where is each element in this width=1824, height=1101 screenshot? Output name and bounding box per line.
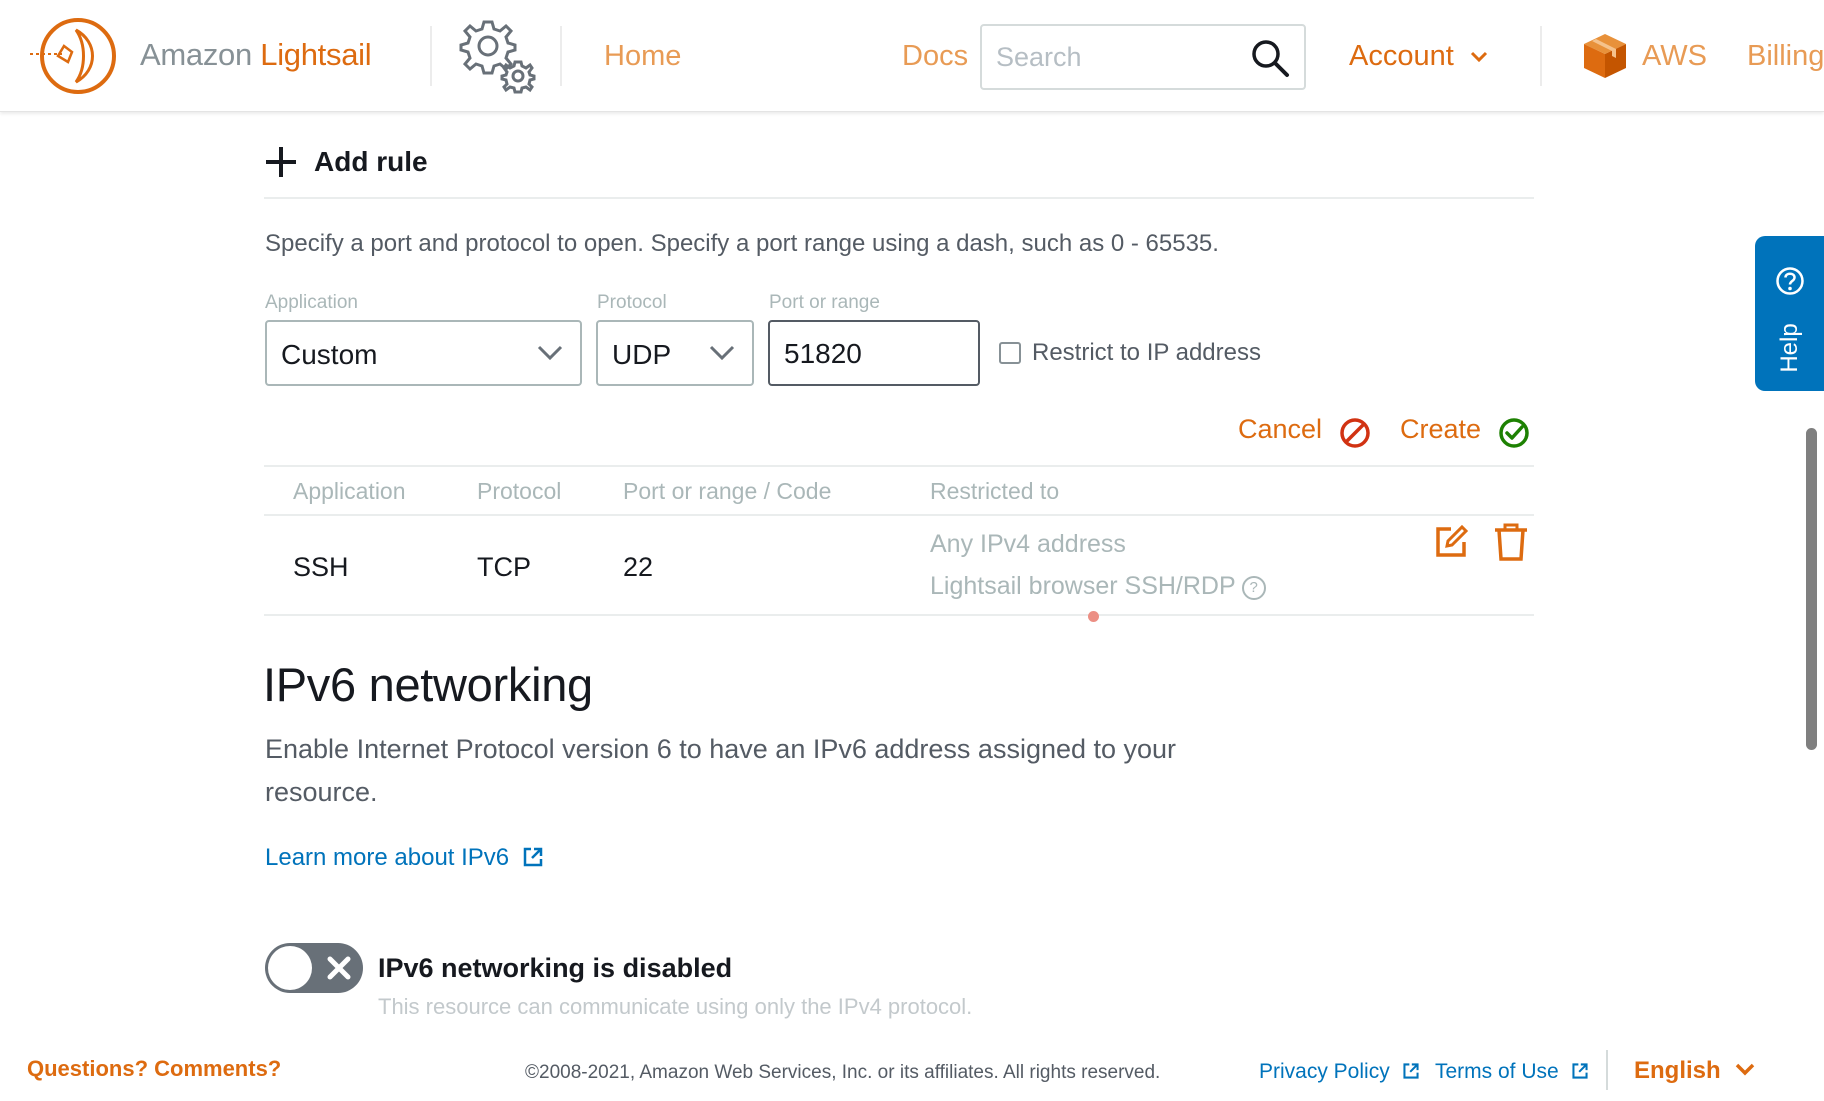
external-link-icon [1402,1063,1419,1079]
nav-divider [1540,26,1542,86]
rule-protocol: TCP [477,552,531,582]
external-link-icon [1571,1063,1588,1079]
column-header-application: Application [293,478,406,504]
learn-more-ipv6-link[interactable]: Learn more about IPv6 [265,844,544,872]
privacy-policy-label: Privacy Policy [1259,1060,1390,1083]
divider [264,614,1534,616]
port-range-label: Port or range [769,292,880,313]
brand-title[interactable]: Amazon Lightsail [140,37,372,73]
column-header-restricted: Restricted to [930,478,1060,504]
restrict-ip-checkbox[interactable] [999,342,1021,364]
rule-restricted-text: Lightsail browser SSH/RDP [930,572,1236,600]
add-rule-label: Add rule [314,146,428,177]
aws-cube-icon [1584,34,1626,78]
plus-icon [264,145,298,179]
terms-of-use-label: Terms of Use [1435,1060,1559,1083]
nav-docs-link[interactable]: Docs [902,40,968,73]
nav-billing-link[interactable]: Billing [1747,40,1824,73]
protocol-value: UDP [612,339,672,370]
chevron-down-icon [709,345,735,361]
brand-prefix: Amazon [140,37,252,72]
nav-account-label: Account [1349,40,1454,72]
port-hint-text: Specify a port and protocol to open. Spe… [265,230,1219,257]
create-check-icon[interactable] [1497,416,1531,450]
protocol-select[interactable]: UDP [596,320,754,386]
ipv6-status-title: IPv6 networking is disabled [378,953,733,983]
nav-account-menu[interactable]: Account [1349,40,1488,73]
terms-of-use-link[interactable]: Terms of Use [1435,1060,1589,1084]
edit-icon[interactable] [1433,524,1469,560]
column-header-protocol: Protocol [477,478,562,504]
help-tab-label: Help [1776,323,1803,373]
nav-aws-link[interactable]: AWS [1642,40,1707,73]
learn-more-label: Learn more about IPv6 [265,844,510,871]
protocol-label: Protocol [597,292,667,313]
chevron-down-icon [537,345,563,361]
column-header-port: Port or range / Code [623,478,832,504]
search-box[interactable] [980,24,1306,90]
rule-port: 22 [623,552,654,582]
cancel-button[interactable]: Cancel [1238,414,1322,445]
application-select[interactable]: Custom [265,320,582,386]
trash-icon[interactable] [1493,522,1529,562]
ipv6-description: Enable Internet Protocol version 6 to ha… [265,734,1177,807]
chevron-down-icon [1736,1063,1755,1076]
nav-divider [430,26,432,86]
ipv6-section-title: IPv6 networking [263,658,593,711]
settings-gear-icon[interactable] [454,14,540,96]
brand-name: Lightsail [260,37,372,72]
lightsail-logo-icon[interactable] [28,16,120,96]
chevron-down-icon [1470,52,1487,63]
external-link-icon [523,847,543,867]
help-question-icon [1776,267,1804,295]
rule-application: SSH [293,552,349,582]
application-label: Application [265,292,358,313]
footer-divider [1606,1050,1608,1090]
divider [264,197,1534,199]
help-question-icon[interactable]: ? [1241,576,1266,600]
nav-home-link[interactable]: Home [604,40,681,73]
privacy-policy-link[interactable]: Privacy Policy [1259,1060,1420,1084]
ipv6-status-description: This resource can communicate using only… [378,994,973,1019]
application-value: Custom [281,339,378,370]
questions-comments-link[interactable]: Questions? Comments? [27,1056,281,1082]
divider [264,514,1534,516]
port-range-field[interactable] [768,320,980,386]
toggle-knob [268,946,312,990]
top-navigation: Amazon Lightsail Home Docs Account AWS B… [0,0,1824,112]
create-button[interactable]: Create [1400,414,1481,445]
cursor-dot [1088,611,1099,622]
cancel-icon[interactable] [1338,416,1372,450]
ipv6-toggle[interactable] [265,943,363,993]
divider [264,465,1534,467]
copyright-text: ©2008-2021, Amazon Web Services, Inc. or… [525,1062,1161,1083]
nav-divider [560,26,562,86]
rule-restricted-line2: Lightsail browser SSH/RDP? [930,572,1266,601]
language-label: English [1634,1057,1721,1084]
restrict-ip-label[interactable]: Restrict to IP address [1032,339,1261,367]
language-selector[interactable]: English [1634,1057,1755,1085]
port-range-input[interactable] [784,336,964,372]
toggle-x-icon [327,956,351,980]
rule-restricted-line1: Any IPv4 address [930,530,1126,558]
search-icon[interactable] [1250,38,1290,78]
add-rule-button[interactable]: Add rule [264,142,428,182]
scrollbar-thumb[interactable] [1806,428,1817,750]
search-input[interactable] [996,40,1236,74]
